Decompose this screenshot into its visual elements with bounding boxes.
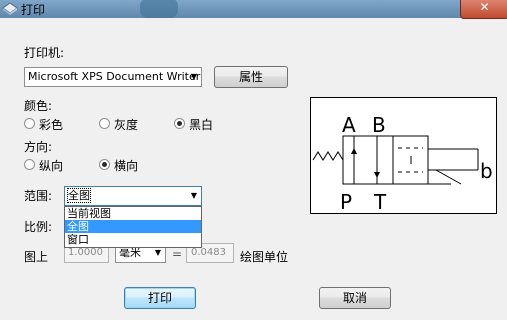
chevron-down-icon: ▼ <box>190 72 197 81</box>
range-option-current-view[interactable]: 当前视图 <box>65 207 201 220</box>
close-icon: ✕ <box>479 0 490 14</box>
port-label-b-lower: b <box>480 159 493 183</box>
range-select-value: 全图 <box>67 188 91 203</box>
range-dropdown-list: 当前视图 全图 窗口 <box>64 206 202 248</box>
port-label-b: B <box>372 113 386 137</box>
port-label-p: P <box>340 190 353 214</box>
close-button[interactable]: ✕ <box>460 0 507 19</box>
printer-select-value: Microsoft XPS Document Writer <box>28 70 201 83</box>
color-radio-grayscale[interactable] <box>99 118 110 129</box>
orientation-option-portrait-label: 纵向 <box>39 159 64 173</box>
title-bar-highlight <box>140 0 178 18</box>
printer-select[interactable]: Microsoft XPS Document Writer ▼ <box>24 67 202 87</box>
properties-button[interactable]: 属性 <box>214 66 288 88</box>
range-option-window[interactable]: 窗口 <box>65 233 201 246</box>
app-icon <box>2 2 18 15</box>
title-bar: 打印 ✕ <box>0 0 507 19</box>
port-label-t: T <box>374 190 387 214</box>
paper-label: 图上 <box>24 250 49 264</box>
port-label-a: A <box>342 113 356 137</box>
color-option-bw-label: 黑白 <box>189 118 214 132</box>
printer-label: 打印机: <box>24 46 65 60</box>
color-radio-color[interactable] <box>24 118 35 129</box>
color-option-grayscale-label: 灰度 <box>114 118 139 132</box>
print-preview: A B P T b <box>310 97 497 214</box>
cancel-button[interactable]: 取消 <box>319 287 391 309</box>
range-select[interactable]: 全图 ▼ <box>64 186 202 206</box>
range-label: 范围: <box>24 189 53 203</box>
drawing-unit-label: 绘图单位 <box>240 250 289 264</box>
orientation-radio-portrait[interactable] <box>24 159 35 170</box>
orientation-option-landscape-label: 横向 <box>114 159 139 173</box>
scale-label: 比例: <box>24 220 53 234</box>
window-title: 打印 <box>21 3 46 17</box>
orientation-label: 方向: <box>24 140 53 154</box>
color-radio-bw[interactable] <box>174 118 185 129</box>
chevron-down-icon: ▼ <box>190 191 197 200</box>
color-label: 颜色: <box>24 99 53 113</box>
print-button[interactable]: 打印 <box>124 287 196 309</box>
orientation-radio-landscape[interactable] <box>99 159 110 170</box>
color-option-color-label: 彩色 <box>39 118 64 132</box>
equals-sign: = <box>172 247 183 261</box>
valve-drawing <box>312 135 479 185</box>
range-option-full[interactable]: 全图 <box>65 220 201 233</box>
